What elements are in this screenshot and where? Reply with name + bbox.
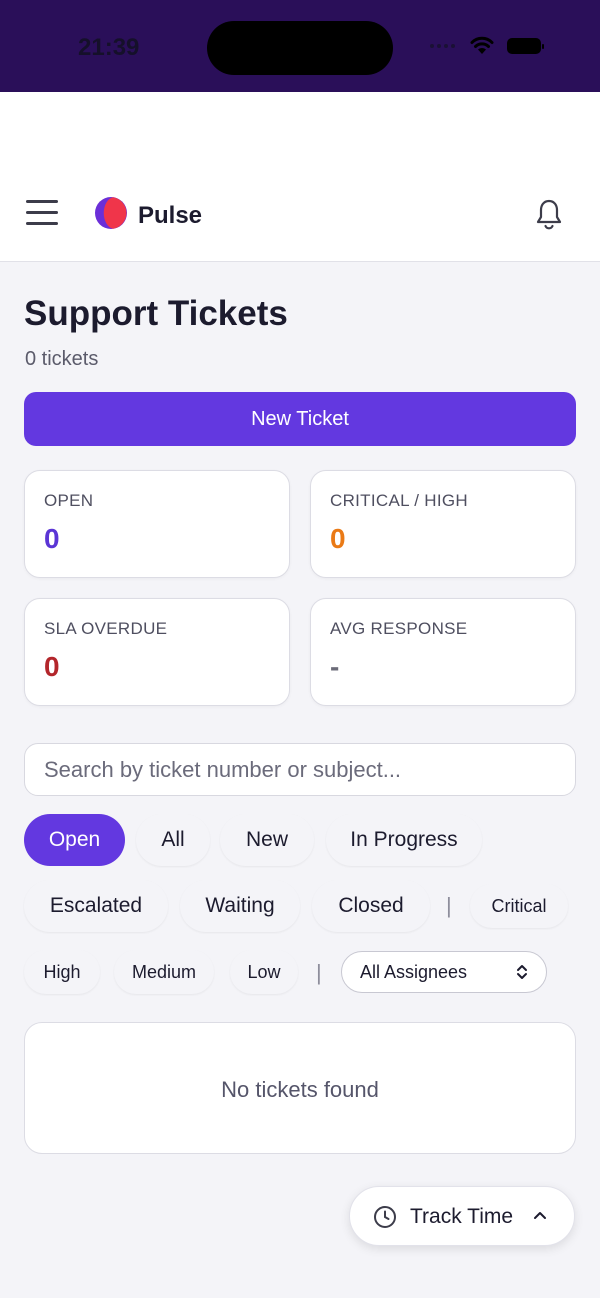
dynamic-island	[207, 21, 393, 75]
status-time: 21:39	[78, 34, 140, 61]
ticket-count: 0 tickets	[25, 348, 99, 370]
pulse-logo-icon	[95, 197, 127, 229]
filter-chip-medium[interactable]: Medium	[114, 950, 214, 994]
stat-label: SLA OVERDUE	[44, 619, 168, 638]
filter-chip-closed[interactable]: Closed	[312, 880, 430, 932]
filter-chip-new[interactable]: New	[220, 814, 314, 866]
assignee-select[interactable]: All Assignees	[341, 951, 547, 993]
chevron-up-down-icon	[517, 965, 527, 979]
filter-chip-open[interactable]: Open	[24, 814, 125, 866]
filter-chip-in-progress[interactable]: In Progress	[326, 814, 482, 866]
stat-label: OPEN	[44, 491, 94, 510]
empty-message: No tickets found	[221, 1077, 379, 1102]
status-bar: 21:39	[0, 0, 600, 92]
filter-chip-waiting[interactable]: Waiting	[180, 880, 300, 932]
filter-divider: |	[446, 893, 452, 918]
stat-value: 0	[44, 523, 60, 554]
bell-icon[interactable]	[534, 198, 564, 232]
battery-icon	[507, 38, 544, 54]
stat-label: AVG RESPONSE	[330, 619, 468, 638]
assignee-select-value: All Assignees	[360, 962, 468, 982]
status-icons	[430, 36, 544, 56]
filter-chip-low[interactable]: Low	[230, 950, 298, 994]
track-time-label: Track Time	[410, 1205, 514, 1228]
app-bar: Pulse	[0, 172, 600, 262]
app-name: Pulse	[138, 202, 203, 229]
filter-chip-high[interactable]: High	[24, 950, 100, 994]
signal-icon	[430, 44, 455, 48]
chevron-up-icon	[534, 1212, 546, 1219]
page-title: Support Tickets	[24, 294, 288, 333]
stat-card-open: OPEN 0	[24, 470, 290, 578]
stat-card-critical-high: CRITICAL / HIGH 0	[310, 470, 576, 578]
stat-value: -	[330, 651, 340, 682]
stat-value: 0	[44, 651, 60, 682]
stat-card-avg-response: AVG RESPONSE -	[310, 598, 576, 706]
stat-label: CRITICAL / HIGH	[330, 491, 468, 510]
new-ticket-button[interactable]: New Ticket	[24, 392, 576, 446]
filter-chip-critical[interactable]: Critical	[470, 884, 568, 928]
stat-card-sla-overdue: SLA OVERDUE 0	[24, 598, 290, 706]
filter-chip-all[interactable]: All	[136, 814, 210, 866]
clock-icon	[374, 1206, 396, 1228]
search-input[interactable]	[24, 743, 576, 796]
stat-value: 0	[330, 523, 346, 554]
filter-divider: |	[316, 960, 322, 985]
track-time-button[interactable]: Track Time	[349, 1186, 575, 1246]
wifi-icon	[470, 36, 494, 54]
hamburger-menu-icon[interactable]	[26, 200, 58, 230]
ticket-list-empty: No tickets found	[24, 1022, 576, 1154]
filter-chip-escalated[interactable]: Escalated	[24, 880, 168, 932]
